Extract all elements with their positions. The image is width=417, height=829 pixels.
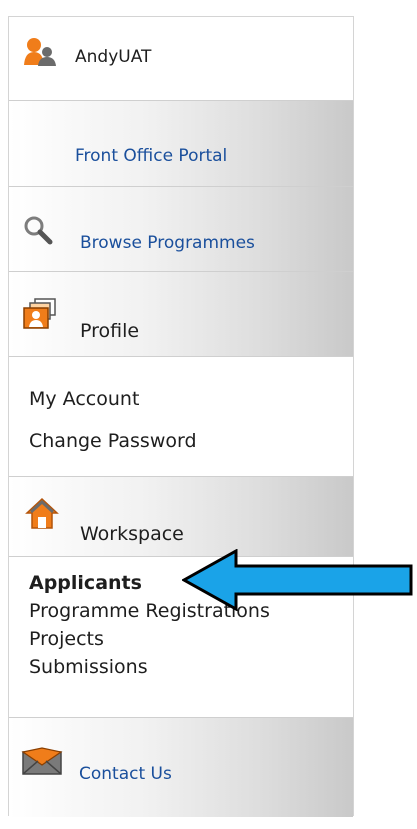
search-icon [24, 216, 53, 245]
browse-row: Browse Programmes [80, 233, 353, 253]
contact-row: Contact Us [79, 764, 353, 784]
contact-label: Contact Us [79, 764, 172, 784]
front-office-portal-link[interactable]: Front Office Portal [9, 101, 353, 187]
my-account-link[interactable]: My Account [29, 385, 197, 413]
user-name-row: AndyUAT [75, 47, 353, 67]
front-office-row: Front Office Portal [75, 146, 353, 166]
side-menu: AndyUAT Front Office Portal Browse Progr… [8, 16, 354, 817]
user-name: AndyUAT [75, 47, 152, 67]
user-group-icon [24, 38, 56, 66]
profile-cards-icon [23, 298, 56, 329]
workspace-row: Workspace [80, 523, 353, 545]
browse-programmes-link[interactable]: Browse Programmes [9, 187, 353, 272]
contact-us-link[interactable]: Contact Us [9, 718, 353, 817]
profile-label: Profile [80, 320, 140, 342]
projects-link[interactable]: Projects [29, 625, 270, 653]
envelope-icon [21, 747, 63, 775]
user-header: AndyUAT [9, 17, 353, 101]
profile-row: Profile [80, 320, 353, 342]
front-office-label: Front Office Portal [75, 146, 228, 166]
browse-label: Browse Programmes [80, 233, 255, 253]
workspace-label: Workspace [80, 523, 184, 545]
profile-section-header[interactable]: Profile [9, 272, 353, 357]
change-password-link[interactable]: Change Password [29, 427, 197, 455]
workspace-section-header[interactable]: Workspace [9, 477, 353, 557]
submissions-link[interactable]: Submissions [29, 653, 270, 681]
account-links: My Account Change Password [9, 357, 353, 477]
account-list: My Account Change Password [29, 385, 197, 455]
home-icon [25, 497, 59, 529]
left-arrow-icon [182, 549, 413, 611]
